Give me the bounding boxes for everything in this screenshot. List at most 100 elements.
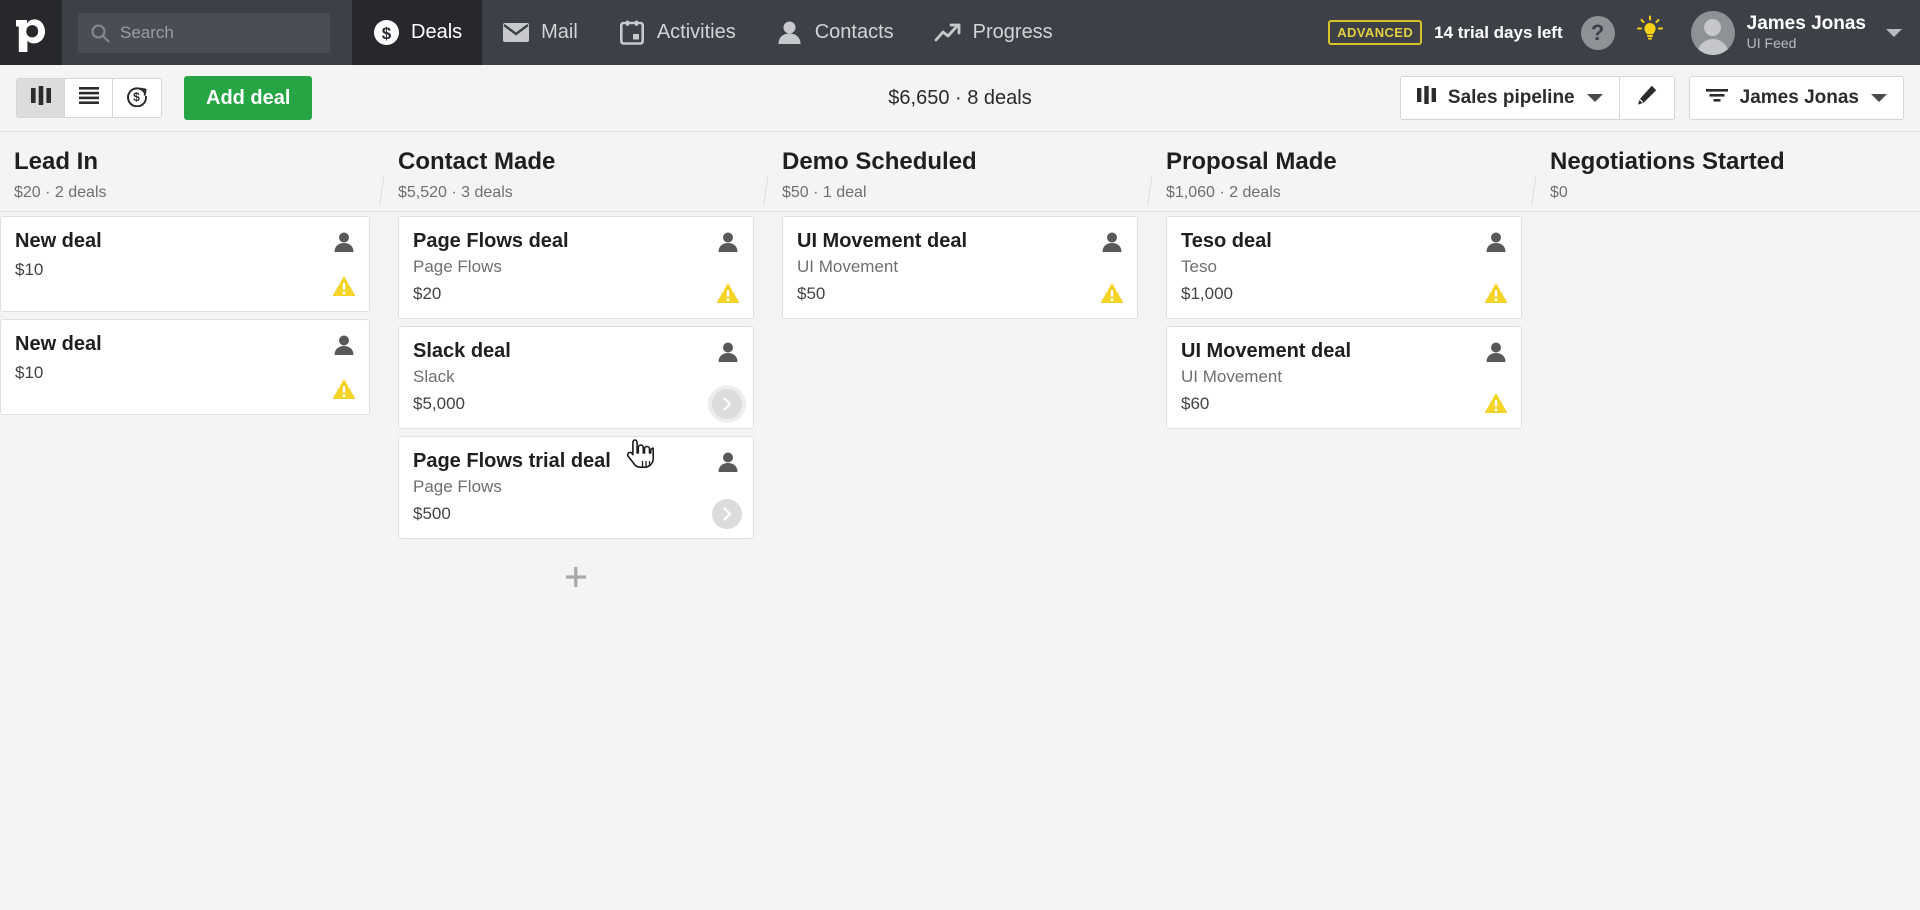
search-box[interactable] [78,12,330,53]
warning-triangle-icon [1100,282,1124,304]
deal-organization: Teso [1181,257,1217,276]
deal-card[interactable]: Slack deal Slack $5,000 [398,326,754,430]
person-icon [1485,231,1507,253]
filter-selector[interactable]: James Jonas [1688,76,1904,120]
forecast-dollar-icon: $ [126,85,148,112]
nav-item-progress[interactable]: Progress [914,0,1073,65]
trend-up-icon [934,19,962,47]
nav-item-activities-label: Activities [656,21,736,43]
nav-item-mail[interactable]: Mail [482,0,598,65]
person-icon [333,231,355,253]
column-title: Proposal Made [1166,148,1337,175]
column-header[interactable]: Demo Scheduled $50 · 1 deal [768,132,1152,212]
column-summary: $50 · 1 deal [782,183,867,201]
pipeline-column-negotiations-started: Negotiations Started $0 [1536,132,1920,910]
user-subtitle: UI Feed [1746,35,1797,52]
deal-value: $1,000 [1181,284,1233,304]
deal-title: Page Flows trial deal [413,450,611,473]
pipeline-column-proposal-made: Proposal Made $1,060 · 2 deals Teso deal… [1152,132,1536,910]
trial-status[interactable]: ADVANCED 14 trial days left [1328,20,1563,45]
svg-text:$: $ [381,24,391,43]
add-deal-to-column-button[interactable] [559,562,593,596]
filter-selector-label: James Jonas [1739,87,1859,108]
person-icon [717,341,739,363]
question-mark-icon: ? [1590,19,1605,45]
person-icon [333,334,355,356]
column-title: Negotiations Started [1550,148,1785,175]
column-title: Demo Scheduled [782,148,977,175]
column-header[interactable]: Negotiations Started $0 [1536,132,1920,212]
nav-item-contacts[interactable]: Contacts [756,0,914,65]
pipeline-view-button[interactable] [17,79,65,117]
move-deal-forward-button[interactable] [712,389,742,420]
dollar-circle-icon: $ [372,19,400,47]
deal-title: Teso deal [1181,230,1272,252]
svg-text:$: $ [133,90,140,104]
pipeline-selector-group: Sales pipeline [1399,76,1675,120]
user-name: James Jonas [1746,13,1866,35]
help-button[interactable]: ? [1580,15,1615,50]
deal-card[interactable]: New deal $10 [0,216,370,312]
edit-pipeline-button[interactable] [1619,77,1674,119]
pipedrive-logo[interactable] [0,0,62,65]
column-cards: New deal $10 New deal $10 [0,212,384,910]
deal-card[interactable]: New deal $10 [0,319,370,415]
tips-button[interactable] [1635,15,1665,50]
envelope-icon [502,19,530,47]
column-header[interactable]: Proposal Made $1,060 · 2 deals [1152,132,1536,212]
avatar [1690,10,1735,55]
column-cards: UI Movement deal UI Movement $50 [768,212,1152,910]
warning-triangle-icon [1484,282,1508,304]
column-summary: $20 · 2 deals [14,183,107,201]
deal-title: Slack deal [413,340,511,363]
person-icon [1485,341,1507,363]
user-info: James Jonas UI Feed [1747,13,1866,52]
main-nav-items: $ Deals Mail Activities Contacts Progres… [352,0,1073,65]
deal-title: New deal [15,333,102,355]
column-summary: $0 [1550,183,1568,201]
add-deal-to-column-row [398,546,754,596]
deal-title: UI Movement deal [1181,340,1352,363]
chevron-down-icon[interactable] [1886,28,1902,37]
deal-organization: Page Flows [413,477,502,497]
deal-value: $500 [413,504,451,524]
calendar-icon [618,19,646,47]
pipedrive-p-logo-icon [16,14,46,52]
pipeline-board: Lead In $20 · 2 deals New deal $10 New d… [0,132,1920,910]
column-header[interactable]: Lead In $20 · 2 deals [0,132,384,212]
forecast-view-button[interactable]: $ [113,79,161,117]
user-menu[interactable]: James Jonas UI Feed [1690,10,1920,55]
search-icon [90,23,110,43]
deal-card[interactable]: Page Flows deal Page Flows $20 [398,216,754,320]
deal-card[interactable]: Page Flows trial deal Page Flows $500 [398,436,754,540]
nav-item-mail-label: Mail [541,21,578,43]
column-summary: $1,060 · 2 deals [1166,183,1281,201]
deal-value: $20 [413,284,442,304]
list-view-button[interactable] [65,79,113,117]
chevron-right-circle-icon [718,505,736,523]
pipeline-selector[interactable]: Sales pipeline [1400,77,1620,119]
column-cards: Teso deal Teso $1,000 UI Movement deal U… [1152,212,1536,910]
filter-icon [1705,87,1728,109]
chevron-down-icon [1871,94,1887,102]
deal-card[interactable]: UI Movement deal UI Movement $50 [782,216,1138,320]
pipeline-column-contact-made: Contact Made $5,520 · 3 deals Page Flows… [384,132,768,910]
deal-card[interactable]: UI Movement deal UI Movement $60 [1166,326,1522,430]
deals-toolbar: $ Add deal $6,650 · 8 deals Sales pipeli… [0,65,1920,132]
person-icon [776,19,804,47]
warning-triangle-icon [332,378,356,400]
deal-value: $10 [15,260,44,279]
nav-item-activities[interactable]: Activities [598,0,756,65]
move-deal-forward-button[interactable] [712,499,742,530]
nav-item-deals[interactable]: $ Deals [352,0,483,65]
column-header[interactable]: Contact Made $5,520 · 3 deals [384,132,768,212]
deal-card[interactable]: Teso deal Teso $1,000 [1166,216,1522,320]
chevron-right-circle-icon [718,395,736,413]
warning-triangle-icon [332,275,356,297]
view-switcher: $ [16,78,162,118]
pipeline-column-demo-scheduled: Demo Scheduled $50 · 1 deal UI Movement … [768,132,1152,910]
pencil-icon [1636,84,1658,112]
add-deal-button[interactable]: Add deal [184,76,313,120]
search-input[interactable] [120,22,318,43]
kanban-columns-icon [1416,86,1436,110]
